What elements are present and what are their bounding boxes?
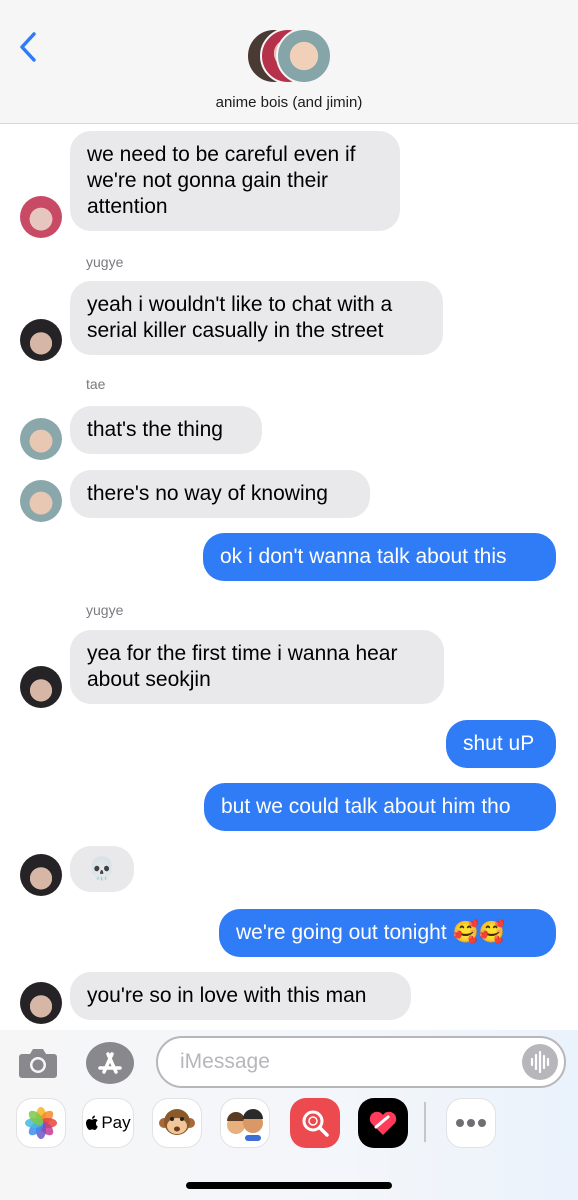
outgoing-message[interactable]: we're going out tonight 🥰🥰 xyxy=(219,909,556,957)
conversation-header: anime bois (and jimin) xyxy=(0,0,578,124)
app-drawer: Pay xyxy=(0,1098,578,1148)
image-search-button[interactable] xyxy=(290,1098,340,1148)
sender-avatar xyxy=(20,196,62,238)
sender-avatar xyxy=(20,480,62,522)
memoji-button[interactable] xyxy=(220,1098,270,1148)
incoming-message[interactable]: yeah i wouldn't like to chat with a seri… xyxy=(70,281,443,355)
audio-waveform-icon xyxy=(530,1050,550,1074)
message-field[interactable] xyxy=(156,1036,566,1088)
apple-pay-button[interactable]: Pay xyxy=(82,1098,134,1148)
incoming-message[interactable]: we need to be careful even if we're not … xyxy=(70,131,400,231)
monkey-animoji-icon xyxy=(159,1109,195,1135)
sender-name: yugye xyxy=(86,602,124,618)
incoming-message[interactable]: you're so in love with this man xyxy=(70,972,411,1020)
outgoing-message[interactable]: ok i don't wanna talk about this xyxy=(203,533,556,581)
sender-avatar xyxy=(20,854,62,896)
sender-avatar xyxy=(20,319,62,361)
outgoing-message[interactable]: shut uP xyxy=(446,720,556,768)
message-input[interactable] xyxy=(180,1038,520,1086)
group-name[interactable]: anime bois (and jimin) xyxy=(0,94,578,111)
incoming-message[interactable]: 💀 xyxy=(70,846,134,892)
memoji-icon xyxy=(227,1109,263,1141)
incoming-message[interactable]: there's no way of knowing xyxy=(70,470,370,518)
message-thread[interactable]: we need to be careful even if we're not … xyxy=(0,124,578,1030)
photos-app-button[interactable] xyxy=(16,1098,66,1148)
sender-avatar xyxy=(20,666,62,708)
app-store-button[interactable] xyxy=(86,1042,134,1084)
sender-avatar xyxy=(20,418,62,460)
more-icon xyxy=(456,1119,486,1127)
camera-icon xyxy=(19,1049,57,1078)
sender-name: tae xyxy=(86,376,106,392)
outgoing-message[interactable]: but we could talk about him tho xyxy=(204,783,556,831)
incoming-message[interactable]: that's the thing xyxy=(70,406,262,454)
image-search-icon xyxy=(302,1110,329,1137)
sender-avatar xyxy=(20,982,62,1024)
audio-message-button[interactable] xyxy=(522,1044,558,1080)
more-apps-button[interactable] xyxy=(446,1098,496,1148)
compose-bar: Pay xyxy=(0,1030,578,1200)
back-button[interactable] xyxy=(14,30,44,64)
home-indicator[interactable] xyxy=(186,1182,392,1189)
digital-touch-button[interactable] xyxy=(358,1098,408,1148)
camera-button[interactable] xyxy=(18,1045,58,1081)
sender-name: yugye xyxy=(86,254,124,270)
animoji-button[interactable] xyxy=(152,1098,202,1148)
incoming-message[interactable]: yea for the first time i wanna hear abou… xyxy=(70,630,444,704)
digital-touch-icon xyxy=(369,1111,397,1135)
app-store-icon xyxy=(98,1052,122,1074)
group-avatar[interactable] xyxy=(246,28,336,88)
avatar xyxy=(276,28,332,84)
photos-icon xyxy=(25,1107,57,1139)
apple-pay-icon xyxy=(86,1115,99,1130)
divider xyxy=(424,1102,426,1142)
apple-pay-label: Pay xyxy=(101,1113,131,1132)
back-chevron-icon xyxy=(20,32,36,62)
